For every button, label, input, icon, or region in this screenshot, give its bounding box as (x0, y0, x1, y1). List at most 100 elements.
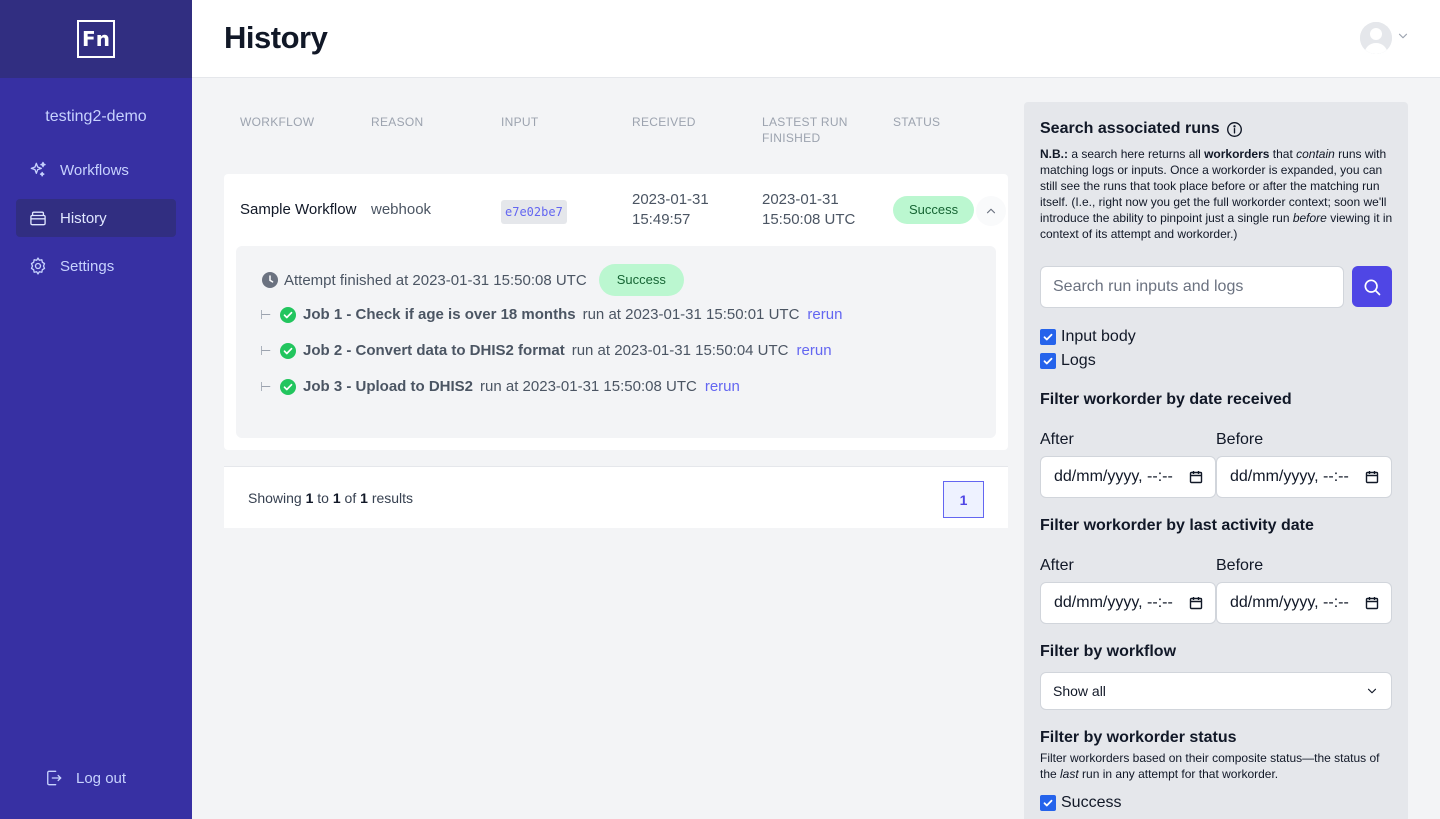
success-checkbox-row: Success (1040, 794, 1121, 812)
attempt-status-badge: Success (598, 264, 684, 296)
search-note: N.B.: a search here returns all workorde… (1040, 146, 1396, 242)
sidebar-item-workflows[interactable]: Workflows (16, 151, 176, 189)
showing-label: Showing (248, 490, 302, 506)
input-body-checkbox[interactable] (1040, 329, 1056, 345)
workflow-select[interactable]: Show all (1040, 672, 1392, 710)
input-body-label: Input body (1061, 328, 1136, 345)
top-header: History (192, 0, 1440, 78)
status-filter-note: Filter workorders based on their composi… (1040, 750, 1396, 782)
note-before: before (1292, 211, 1327, 225)
page-title: History (224, 20, 328, 55)
sidebar-item-history[interactable]: History (16, 199, 176, 237)
received-after-date-input[interactable]: dd/mm/yyyy, --:-- (1040, 456, 1216, 498)
search-filter-panel: Search associated runs N.B.: a search he… (1024, 102, 1408, 819)
last-activity-heading: Filter workorder by last activity date (1040, 517, 1314, 534)
date-placeholder: dd/mm/yyyy, --:-- (1054, 594, 1173, 611)
check-circle-icon (280, 378, 296, 395)
sidebar: Fn testing2-demo Workflows History Setti… (0, 0, 192, 819)
tree-branch-icon: ⊢ (260, 378, 272, 394)
results-summary: Showing 1 to 1 of 1 results (248, 490, 413, 506)
collapse-button[interactable] (976, 196, 1006, 226)
app-logo[interactable]: Fn (77, 20, 115, 58)
calendar-icon (1365, 596, 1379, 610)
rerun-link[interactable]: rerun (705, 378, 740, 395)
logo-area: Fn (0, 0, 192, 78)
run-time: run at 2023-01-31 15:50:08 UTC (480, 378, 697, 395)
status-filter-heading: Filter by workorder status (1040, 729, 1237, 746)
sparkles-icon (28, 160, 48, 180)
finished-date: 2023-01-31 (762, 191, 839, 208)
received-time: 15:49:57 (632, 211, 691, 228)
note-text: that (1269, 147, 1297, 161)
note-contain: contain (1296, 147, 1335, 161)
user-menu[interactable] (1360, 22, 1410, 54)
sidebar-item-label: Workflows (60, 161, 129, 179)
status-badge: Success (893, 196, 975, 224)
workflow-name: Sample Workflow (240, 201, 357, 218)
of-label: of (344, 490, 357, 506)
received-before-label: Before (1216, 431, 1264, 448)
job-name: Job 1 - Check if age is over 18 months (303, 306, 576, 323)
note-text: a search here returns all (1068, 147, 1205, 161)
date-placeholder: dd/mm/yyyy, --:-- (1054, 468, 1173, 485)
results-total: 1 (360, 490, 368, 506)
received-date: 2023-01-31 (632, 191, 709, 208)
results-from: 1 (305, 490, 314, 506)
attempt-panel: Attempt finished at 2023-01-31 15:50:08 … (236, 246, 996, 438)
logout-label: Log out (76, 769, 127, 787)
calendar-icon (1189, 596, 1203, 610)
input-body-checkbox-row: Input body (1040, 328, 1136, 346)
search-button[interactable] (1352, 266, 1392, 307)
activity-after-label: After (1040, 557, 1074, 574)
received-before-date-input[interactable]: dd/mm/yyyy, --:-- (1216, 456, 1392, 498)
date-placeholder: dd/mm/yyyy, --:-- (1230, 468, 1349, 485)
run-row: ⊢ Job 3 - Upload to DHIS2 run at 2023-01… (260, 378, 740, 395)
attempt-text: Attempt finished at 2023-01-31 15:50:08 … (284, 271, 587, 289)
panel-title: Search associated runs (1040, 120, 1243, 138)
finished-time: 15:50:08 UTC (762, 211, 856, 228)
clock-icon (262, 272, 278, 288)
check-circle-icon (280, 306, 296, 323)
logout-button[interactable]: Log out (32, 759, 192, 797)
run-time: run at 2023-01-31 15:50:04 UTC (571, 342, 789, 359)
rerun-link[interactable]: rerun (797, 342, 832, 359)
activity-after-date-input[interactable]: dd/mm/yyyy, --:-- (1040, 582, 1216, 624)
logs-label: Logs (1061, 352, 1096, 369)
tree-branch-icon: ⊢ (260, 342, 272, 358)
input-dataclip-link[interactable]: e7e02be7 (501, 200, 567, 224)
sidebar-item-label: History (60, 209, 107, 227)
job-name: Job 2 - Convert data to DHIS2 format (303, 342, 565, 359)
success-checkbox[interactable] (1040, 795, 1056, 811)
search-input[interactable] (1040, 266, 1344, 308)
column-header-status: STATUS (893, 115, 941, 129)
workflow-filter-heading: Filter by workflow (1040, 643, 1177, 660)
attempt-header: Attempt finished at 2023-01-31 15:50:08 … (262, 264, 684, 296)
calendar-icon (1189, 470, 1203, 484)
job-name: Job 3 - Upload to DHIS2 (303, 378, 474, 395)
success-label: Success (1061, 794, 1122, 811)
received-after-label: After (1040, 431, 1074, 448)
reason-cell: webhook (371, 201, 432, 218)
column-header-input: INPUT (501, 115, 539, 129)
check-circle-icon (280, 342, 296, 359)
results-to: 1 (332, 490, 341, 506)
logout-icon (44, 768, 64, 788)
chevron-up-icon (984, 204, 998, 218)
project-name: testing2-demo (45, 108, 147, 125)
run-row: ⊢ Job 2 - Convert data to DHIS2 format r… (260, 342, 832, 359)
table-row: Sample Workflow webhook e7e02be7 2023-01… (224, 174, 1008, 450)
date-received-heading: Filter workorder by date received (1040, 391, 1292, 408)
activity-before-date-input[interactable]: dd/mm/yyyy, --:-- (1216, 582, 1392, 624)
page-1-button[interactable]: 1 (943, 481, 984, 518)
rerun-link[interactable]: rerun (807, 306, 842, 323)
chevron-down-icon (1396, 29, 1410, 48)
info-icon[interactable] (1226, 121, 1243, 138)
note-text: run in any attempt for that workorder. (1078, 767, 1279, 781)
logs-checkbox-row: Logs (1040, 352, 1096, 370)
logs-checkbox[interactable] (1040, 353, 1056, 369)
calendar-icon (1365, 470, 1379, 484)
avatar-icon (1360, 22, 1392, 54)
results-label: results (371, 490, 414, 506)
sidebar-nav: Workflows History Settings (0, 151, 192, 285)
sidebar-item-settings[interactable]: Settings (16, 247, 176, 285)
